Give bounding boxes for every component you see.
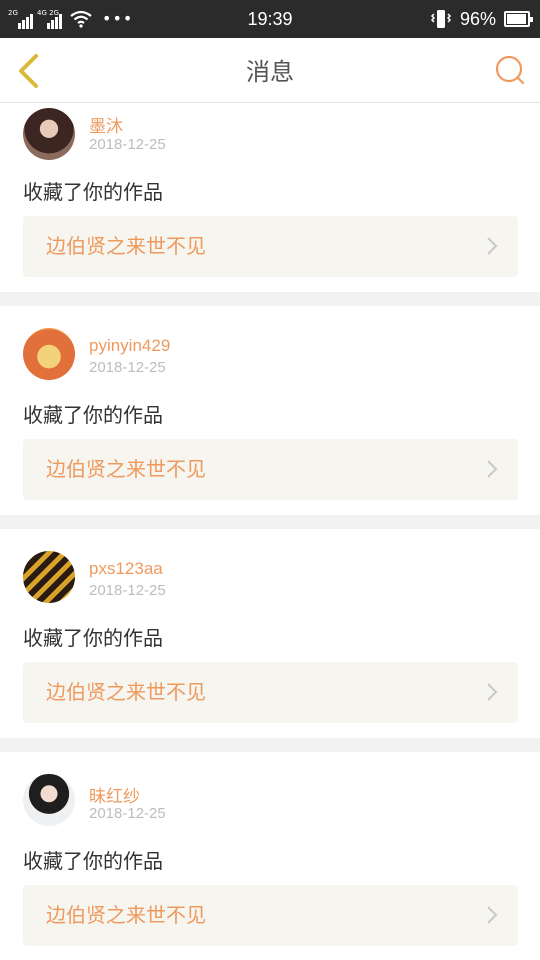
message-action: 收藏了你的作品	[23, 403, 163, 427]
chevron-right-icon	[487, 237, 498, 255]
user-avatar[interactable]	[23, 328, 75, 380]
username[interactable]: 昧红纱	[89, 782, 140, 807]
username[interactable]: pxs123aa	[89, 559, 163, 579]
message-item: pyinyin429 2018-12-25 收藏了你的作品 边伯贤之来世不见	[0, 306, 540, 515]
status-right: 96%	[430, 8, 533, 30]
page-title: 消息	[246, 58, 294, 86]
work-link[interactable]: 边伯贤之来世不见	[23, 885, 518, 946]
status-bar: 2G 4G 2G ••• 19:39 96%	[0, 0, 540, 38]
message-action: 收藏了你的作品	[23, 180, 163, 204]
battery-icon	[504, 11, 533, 27]
work-link[interactable]: 边伯贤之来世不见	[23, 439, 518, 500]
message-date: 2018-12-25	[89, 582, 166, 599]
separator	[0, 292, 540, 306]
message-date: 2018-12-25	[89, 136, 166, 153]
work-link[interactable]: 边伯贤之来世不见	[23, 216, 518, 277]
battery-percent: 96%	[459, 8, 496, 29]
message-date: 2018-12-25	[89, 805, 166, 822]
work-link[interactable]: 边伯贤之来世不见	[23, 662, 518, 723]
message-item: 墨沐 2018-12-25 收藏了你的作品 边伯贤之来世不见	[0, 104, 540, 292]
message-action: 收藏了你的作品	[23, 849, 163, 873]
message-item: pxs123aa 2018-12-25 收藏了你的作品 边伯贤之来世不见	[0, 529, 540, 738]
search-button[interactable]	[494, 54, 526, 86]
work-title: 边伯贤之来世不见	[46, 903, 206, 927]
username[interactable]: pyinyin429	[89, 336, 170, 356]
message-action: 收藏了你的作品	[23, 626, 163, 650]
username[interactable]: 墨沐	[89, 112, 123, 137]
app-header: 消息	[0, 38, 540, 103]
separator	[0, 738, 540, 752]
message-item: 昧红纱 2018-12-25 收藏了你的作品 边伯贤之来世不见	[0, 752, 540, 960]
user-avatar[interactable]	[23, 774, 75, 826]
vibrate-icon	[430, 10, 452, 28]
separator	[0, 515, 540, 529]
work-title: 边伯贤之来世不见	[46, 680, 206, 704]
work-title: 边伯贤之来世不见	[46, 457, 206, 481]
chevron-right-icon	[487, 906, 498, 924]
work-title: 边伯贤之来世不见	[46, 234, 206, 258]
user-avatar[interactable]	[23, 551, 75, 603]
chevron-right-icon	[487, 683, 498, 701]
chevron-right-icon	[487, 460, 498, 478]
message-date: 2018-12-25	[89, 359, 166, 376]
user-avatar[interactable]	[23, 108, 75, 160]
